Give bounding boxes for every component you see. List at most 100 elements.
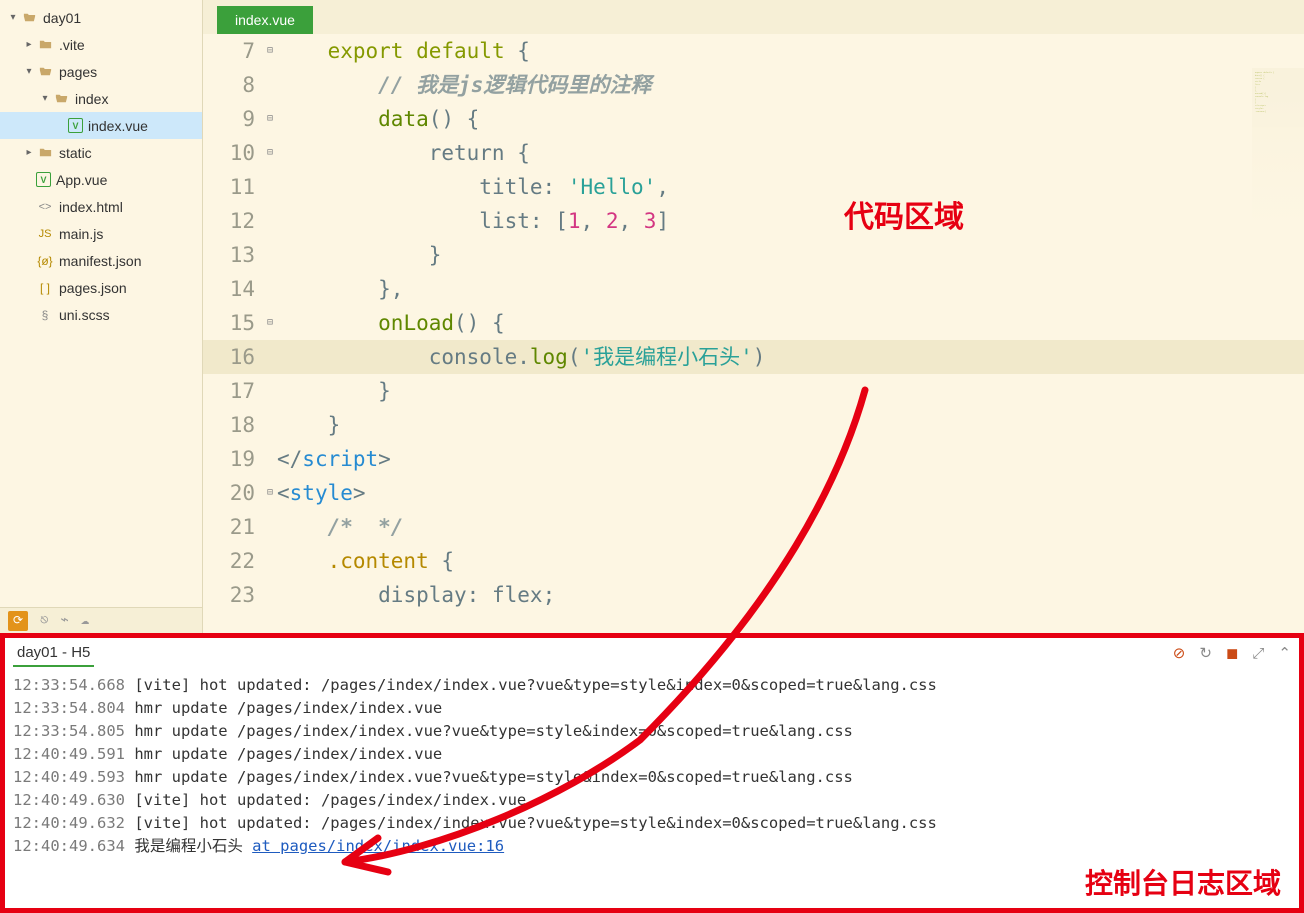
code-line[interactable]: 14 }, xyxy=(203,272,1304,306)
code-content: <style> xyxy=(277,476,1304,510)
collapse-icon[interactable]: ⌃ xyxy=(1278,644,1291,662)
log-line: 12:40:49.593 hmr update /pages/index/ind… xyxy=(13,766,1291,789)
folder-icon xyxy=(36,144,54,162)
tree-item-day01[interactable]: ▾day01 xyxy=(0,4,202,31)
tree-label: index xyxy=(75,91,202,107)
tree-label: day01 xyxy=(43,10,202,26)
line-number: 16 xyxy=(203,340,263,374)
line-number: 20 xyxy=(203,476,263,510)
file-tree[interactable]: ▾day01 ▸ .vite ▾pages ▾ index Vindex.vue▸stati… xyxy=(0,0,202,607)
log-timestamp: 12:40:49.634 xyxy=(13,837,125,855)
expand-icon[interactable]: ⤢ xyxy=(1252,645,1264,662)
code-content: return { xyxy=(277,136,1304,170)
tree-item-pages[interactable]: ▾pages xyxy=(0,58,202,85)
line-number: 8 xyxy=(203,68,263,102)
sync-icon[interactable]: ⟳ xyxy=(8,611,28,631)
line-number: 14 xyxy=(203,272,263,306)
log-timestamp: 12:40:49.593 xyxy=(13,768,125,786)
tree-item-static[interactable]: ▸static xyxy=(0,139,202,166)
annotation-console-area: 控制台日志区域 xyxy=(1085,862,1281,902)
sidebar-footer: ⟳ ⎋ ⌁ ☁ xyxy=(0,607,202,633)
code-line[interactable]: 13 } xyxy=(203,238,1304,272)
code-editor[interactable]: 7⊟ export default {8 // 我是js逻辑代码里的注释9⊟ d… xyxy=(203,34,1304,633)
code-line[interactable]: 19</script> xyxy=(203,442,1304,476)
log-timestamp: 12:40:49.591 xyxy=(13,745,125,763)
code-line[interactable]: 23 display: flex; xyxy=(203,578,1304,612)
fold-icon[interactable]: ⊟ xyxy=(263,136,277,170)
editor-pane: index.vue 7⊟ export default {8 // 我是js逻辑… xyxy=(203,0,1304,633)
code-line[interactable]: 11 title: 'Hello', xyxy=(203,170,1304,204)
tree-label: index.vue xyxy=(88,118,202,134)
code-content: .content { xyxy=(277,544,1304,578)
json-icon: {ø} xyxy=(36,252,54,270)
tree-item-pages-json[interactable]: [ ]pages.json xyxy=(0,274,202,301)
code-line[interactable]: 10⊟ return { xyxy=(203,136,1304,170)
tree-item-index[interactable]: ▾ index xyxy=(0,85,202,112)
code-line[interactable]: 22 .content { xyxy=(203,544,1304,578)
tree-item-uni-scss[interactable]: §uni.scss xyxy=(0,301,202,328)
tree-label: manifest.json xyxy=(59,253,202,269)
code-line[interactable]: 7⊟ export default { xyxy=(203,34,1304,68)
fold-icon[interactable]: ⊟ xyxy=(263,102,277,136)
tree-item-index-vue[interactable]: Vindex.vue xyxy=(0,112,202,139)
line-number: 11 xyxy=(203,170,263,204)
editor-tab[interactable]: index.vue xyxy=(217,6,313,34)
minimap[interactable]: export default { data() { return { title… xyxy=(1252,68,1304,228)
code-line[interactable]: 16 console.log('我是编程小石头') xyxy=(203,340,1304,374)
tree-label: pages xyxy=(59,64,202,80)
line-number: 15 xyxy=(203,306,263,340)
fold-icon[interactable]: ⊟ xyxy=(263,306,277,340)
folder-open-icon xyxy=(52,90,70,108)
log-line: 12:33:54.668 [vite] hot updated: /pages/… xyxy=(13,674,1291,697)
fold-icon[interactable]: ⊟ xyxy=(263,34,277,68)
fold-icon[interactable]: ⊟ xyxy=(263,476,277,510)
line-number: 21 xyxy=(203,510,263,544)
tree-item-main-js[interactable]: JSmain.js xyxy=(0,220,202,247)
code-content: }, xyxy=(277,272,1304,306)
log-timestamp: 12:40:49.630 xyxy=(13,791,125,809)
tree-label: .vite xyxy=(59,37,202,53)
cloud-icon[interactable]: ☁ xyxy=(81,612,89,629)
folder-open-icon xyxy=(36,63,54,81)
tree-item-app-vue[interactable]: VApp.vue xyxy=(0,166,202,193)
log-timestamp: 12:33:54.668 xyxy=(13,676,125,694)
log-line: 12:40:49.591 hmr update /pages/index/ind… xyxy=(13,743,1291,766)
stop-icon[interactable]: ◼ xyxy=(1226,644,1238,662)
line-number: 18 xyxy=(203,408,263,442)
code-line[interactable]: 15⊟ onLoad() { xyxy=(203,306,1304,340)
log-line: 12:33:54.805 hmr update /pages/index/ind… xyxy=(13,720,1291,743)
code-line[interactable]: 12 list: [1, 2, 3] xyxy=(203,204,1304,238)
code-content: </script> xyxy=(277,442,1304,476)
console-tab[interactable]: day01 - H5 xyxy=(13,640,94,667)
tool-icon-2[interactable]: ⌁ xyxy=(60,612,68,629)
tree-label: pages.json xyxy=(59,280,202,296)
chevron-icon: ▸ xyxy=(22,147,36,158)
code-content: onLoad() { xyxy=(277,306,1304,340)
tree-item-index-html[interactable]: <>index.html xyxy=(0,193,202,220)
code-content: } xyxy=(277,408,1304,442)
chevron-icon: ▸ xyxy=(22,39,36,50)
code-line[interactable]: 20⊟<style> xyxy=(203,476,1304,510)
code-content: title: 'Hello', xyxy=(277,170,1304,204)
code-line[interactable]: 8 // 我是js逻辑代码里的注释 xyxy=(203,68,1304,102)
html-icon: <> xyxy=(36,198,54,216)
tree-item--vite[interactable]: ▸ .vite xyxy=(0,31,202,58)
file-explorer: ▾day01 ▸ .vite ▾pages ▾ index Vindex.vue▸stati… xyxy=(0,0,203,633)
line-number: 13 xyxy=(203,238,263,272)
code-line[interactable]: 18 } xyxy=(203,408,1304,442)
code-content: export default { xyxy=(277,34,1304,68)
code-content: data() { xyxy=(277,102,1304,136)
tree-item-manifest-json[interactable]: {ø} manifest.json xyxy=(0,247,202,274)
code-content: } xyxy=(277,374,1304,408)
bug-icon[interactable]: ⊘ xyxy=(1173,644,1186,662)
folder-icon xyxy=(36,36,54,54)
log-source-link[interactable]: at pages/index/index.vue:16 xyxy=(252,837,504,855)
code-line[interactable]: 9⊟ data() { xyxy=(203,102,1304,136)
restart-icon[interactable]: ↻ xyxy=(1199,644,1212,662)
line-number: 17 xyxy=(203,374,263,408)
code-line[interactable]: 21 /* */ xyxy=(203,510,1304,544)
chevron-icon: ▾ xyxy=(38,93,52,104)
code-line[interactable]: 17 } xyxy=(203,374,1304,408)
tool-icon-1[interactable]: ⎋ xyxy=(40,612,48,629)
line-number: 10 xyxy=(203,136,263,170)
